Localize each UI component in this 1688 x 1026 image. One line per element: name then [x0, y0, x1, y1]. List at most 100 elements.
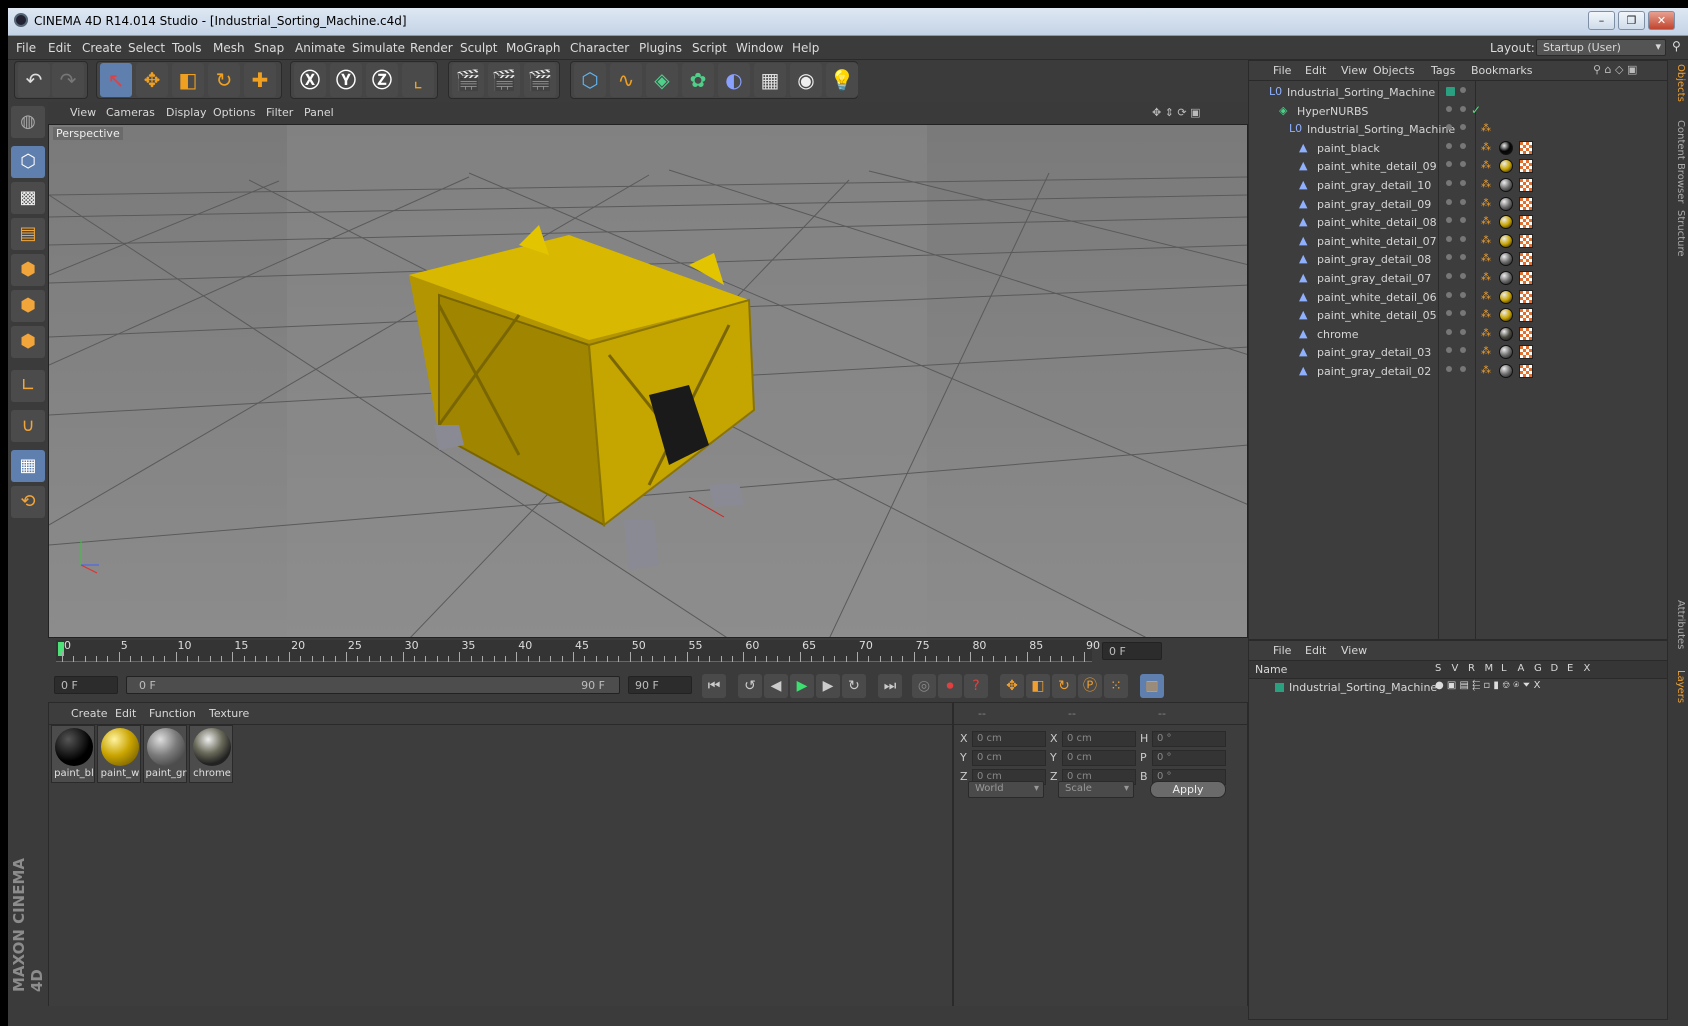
material-tag-icon[interactable] — [1499, 271, 1513, 285]
3d-viewport[interactable]: Perspective — [48, 124, 1248, 638]
uvw-tag-icon[interactable] — [1519, 215, 1533, 230]
menu-mograph[interactable]: MoGraph — [506, 41, 561, 55]
layer-menu-file[interactable]: File — [1273, 644, 1291, 657]
phong-tag-icon[interactable]: ⁂ — [1481, 253, 1493, 265]
object-menu-view[interactable]: View — [1341, 64, 1367, 77]
phong-tag-icon[interactable]: ⁂ — [1481, 142, 1493, 154]
next-frame-icon[interactable]: ▶ — [816, 674, 840, 698]
make-editable-icon[interactable]: ◍ — [11, 106, 45, 138]
coord-value-field[interactable]: 0 cm — [1062, 731, 1136, 747]
viewport-menu-view[interactable]: View — [70, 106, 96, 119]
previous-frame-icon[interactable]: ◀ — [764, 674, 788, 698]
key-position-icon[interactable]: ✥ — [1000, 674, 1024, 698]
object-row[interactable]: ▲ paint_white_detail_08 ⁂ — [1249, 213, 1668, 233]
move-icon[interactable]: ✥ — [136, 63, 168, 97]
object-search-icon[interactable]: ⚲ ⌂ ◇ ▣ — [1593, 63, 1637, 76]
material-tag-icon[interactable] — [1499, 345, 1513, 360]
deformer-icon[interactable]: ◐ — [718, 63, 750, 97]
x-axis-icon[interactable]: Ⓧ — [294, 63, 326, 97]
object-row[interactable]: ▲ paint_gray_detail_09 ⁂ — [1249, 195, 1668, 215]
visibility-editor-dot[interactable] — [1446, 217, 1452, 224]
uvw-tag-icon[interactable] — [1519, 178, 1533, 192]
end-frame-field[interactable]: 90 F — [628, 676, 692, 694]
object-menu-objects[interactable]: Objects — [1373, 64, 1415, 77]
viewport-menu-cameras[interactable]: Cameras — [106, 106, 155, 119]
tab-layers[interactable]: Layers — [1670, 670, 1686, 703]
autokey-icon[interactable]: ⏺ — [938, 674, 962, 698]
uvw-tag-icon[interactable] — [1519, 271, 1533, 285]
model-mode-icon[interactable]: ⬡ — [11, 146, 45, 178]
visibility-render-dot[interactable] — [1460, 105, 1466, 112]
visibility-editor-dot[interactable] — [1446, 87, 1455, 96]
edges-mode-icon[interactable]: ⬢ — [11, 290, 45, 322]
key-pla-icon[interactable]: ⁙ — [1104, 674, 1128, 698]
visibility-render-dot[interactable] — [1460, 124, 1466, 131]
material-tag-icon[interactable] — [1499, 252, 1513, 267]
timeline-editor-icon[interactable]: ▥ — [1140, 674, 1164, 698]
object-row[interactable]: ▲ paint_white_detail_05 ⁂ — [1249, 306, 1668, 326]
visibility-render-dot[interactable] — [1460, 310, 1466, 317]
menu-help[interactable]: Help — [792, 41, 819, 55]
next-key-icon[interactable]: ↻ — [842, 674, 866, 698]
viewport-menu-filter[interactable]: Filter — [266, 106, 293, 119]
menu-plugins[interactable]: Plugins — [639, 41, 682, 55]
menu-create[interactable]: Create — [82, 41, 122, 55]
coord-value-field[interactable]: 0 ° — [1152, 731, 1226, 747]
frame-range-slider[interactable]: 0 F 90 F — [126, 676, 620, 694]
render-settings-icon[interactable]: 🎬 — [524, 63, 556, 97]
visibility-editor-dot[interactable] — [1446, 180, 1452, 186]
coord-value-field[interactable]: 0 cm — [1062, 750, 1136, 766]
search-icon[interactable]: ⚲ — [1672, 39, 1681, 53]
play-icon[interactable]: ▶ — [790, 674, 814, 698]
visibility-editor-dot[interactable] — [1446, 105, 1452, 112]
visibility-render-dot[interactable] — [1460, 87, 1466, 93]
workplane-mode-icon[interactable]: ▤ — [11, 218, 45, 250]
layout-dropdown[interactable]: Startup (User) ▾ — [1536, 39, 1666, 56]
render-picture-viewer-icon[interactable]: 🎬 — [488, 63, 520, 97]
material-paint-gray[interactable]: paint_gr — [143, 725, 187, 783]
visibility-editor-dot[interactable] — [1446, 273, 1452, 279]
visibility-render-dot[interactable] — [1460, 366, 1466, 372]
menu-render[interactable]: Render — [410, 41, 453, 55]
layer-row[interactable]: Industrial_Sorting_Machine ● ▣ ▤ ⬱ ▫ ▮ ⎊… — [1249, 679, 1667, 697]
material-chrome[interactable]: chrome — [189, 725, 233, 783]
phong-tag-icon[interactable]: ⁂ — [1481, 272, 1493, 284]
phong-tag-icon[interactable]: ⁂ — [1481, 235, 1493, 247]
start-frame-field[interactable]: 0 F — [54, 676, 118, 694]
phong-tag-icon[interactable]: ⁂ — [1481, 216, 1493, 228]
visibility-editor-dot[interactable] — [1446, 310, 1452, 317]
key-rotation-icon[interactable]: ↻ — [1052, 674, 1076, 698]
coord-system-dropdown[interactable]: World ▾ — [968, 781, 1044, 798]
material-tag-icon[interactable] — [1499, 233, 1513, 248]
object-menu-tags[interactable]: Tags — [1431, 64, 1455, 77]
object-menu-edit[interactable]: Edit — [1305, 64, 1326, 77]
keyframe-selection-icon[interactable]: ? — [964, 674, 988, 698]
menu-animate[interactable]: Animate — [295, 41, 345, 55]
phong-tag-icon[interactable]: ⁂ — [1481, 291, 1493, 303]
object-row[interactable]: ▲ paint_gray_detail_08 ⁂ — [1249, 250, 1668, 270]
tab-objects[interactable]: Objects — [1670, 64, 1686, 102]
material-tag-icon[interactable] — [1499, 308, 1513, 323]
enabled-check-icon[interactable]: ✓ — [1471, 103, 1481, 117]
points-mode-icon[interactable]: ⬢ — [11, 254, 45, 286]
previous-key-icon[interactable]: ↺ — [738, 674, 762, 698]
axis-mode-icon[interactable]: ∟ — [11, 370, 45, 402]
visibility-render-dot[interactable] — [1460, 254, 1466, 261]
phong-tag-icon[interactable]: ⁂ — [1481, 309, 1493, 321]
uvw-tag-icon[interactable] — [1519, 159, 1533, 174]
material-tag-icon[interactable] — [1499, 289, 1513, 304]
uvw-tag-icon[interactable] — [1519, 196, 1533, 211]
visibility-render-dot[interactable] — [1460, 347, 1466, 354]
key-scale-icon[interactable]: ◧ — [1026, 674, 1050, 698]
rotate-icon[interactable]: ↻ — [208, 63, 240, 97]
object-row[interactable]: ▲ paint_white_detail_06 ⁂ — [1249, 288, 1668, 308]
object-row[interactable]: ▲ paint_gray_detail_07 ⁂ — [1249, 269, 1668, 289]
visibility-editor-dot[interactable] — [1446, 254, 1452, 261]
visibility-render-dot[interactable] — [1460, 198, 1466, 205]
layer-menu-edit[interactable]: Edit — [1305, 644, 1326, 657]
spline-icon[interactable]: ∿ — [610, 63, 642, 97]
visibility-editor-dot[interactable] — [1446, 198, 1452, 205]
uvw-tag-icon[interactable] — [1519, 308, 1533, 323]
viewport-menu-panel[interactable]: Panel — [304, 106, 334, 119]
magnet-icon[interactable]: ∪ — [11, 410, 45, 442]
